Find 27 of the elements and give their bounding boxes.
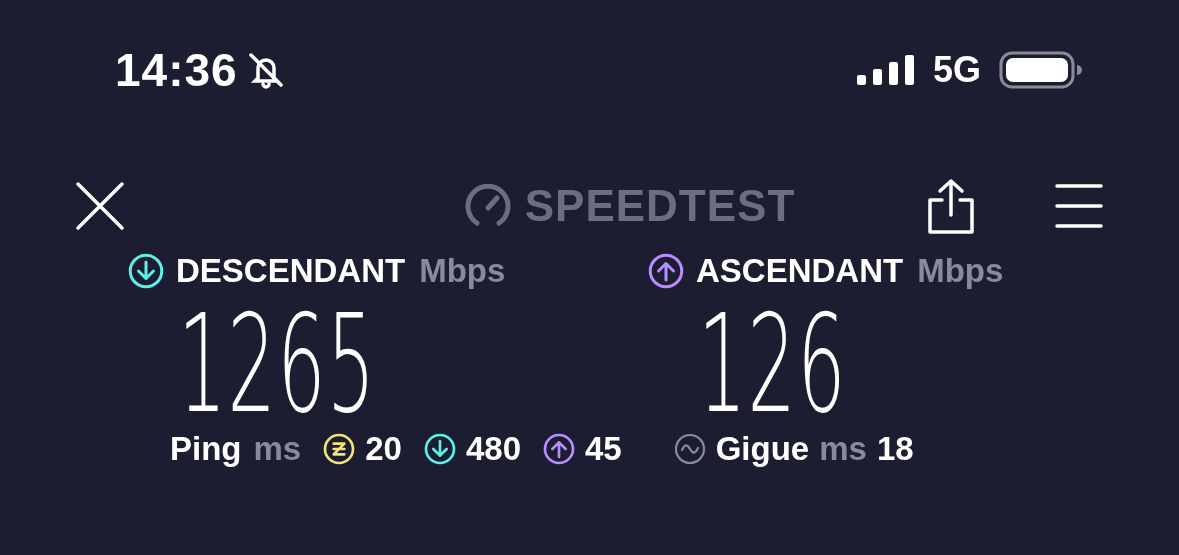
unit-label: ms (819, 430, 867, 468)
ping-value: 480 (465, 430, 521, 468)
ping-value: 45 (585, 430, 622, 468)
zigzag-icon (323, 433, 356, 465)
unit-label: ms (253, 430, 302, 468)
ping-value: 20 (365, 430, 402, 468)
jitter-label: Gigue (715, 430, 810, 468)
speed-value: 126 (698, 296, 847, 432)
result-label: ASCENDANT (696, 252, 904, 290)
close-button[interactable] (75, 181, 125, 231)
battery-icon (999, 51, 1083, 89)
unit-label: Mbps (917, 252, 1004, 290)
result-label: DESCENDANT (176, 252, 406, 290)
speed-value: 1265 (178, 296, 377, 432)
clock-time: 14:36 (115, 43, 238, 97)
menu-button[interactable] (1055, 183, 1103, 229)
close-icon (75, 181, 125, 231)
app-logo: SPEEDTEST (524, 181, 796, 231)
jitter-value: 18 (876, 430, 914, 468)
unit-label: Mbps (419, 252, 506, 290)
menu-icon (1055, 183, 1103, 229)
network-type: 5G (932, 49, 981, 91)
share-button[interactable] (927, 178, 975, 234)
ping-label: Ping (170, 430, 242, 468)
wave-icon (673, 433, 706, 465)
share-icon (927, 178, 975, 234)
signal-bars-icon (856, 55, 915, 85)
